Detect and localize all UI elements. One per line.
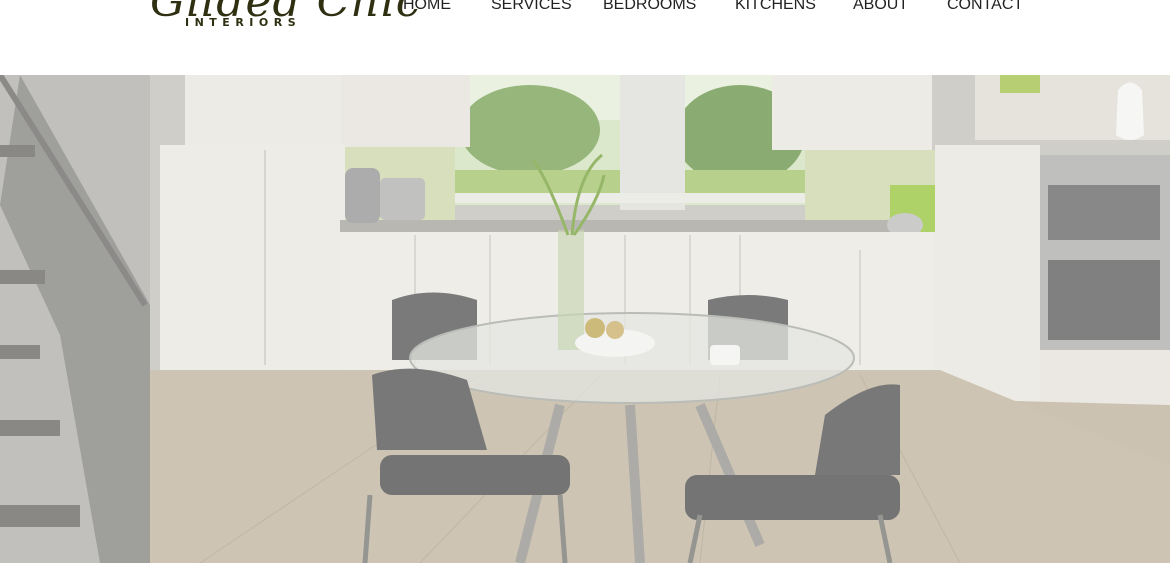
hero-kitchen-image [0,75,1170,563]
nav-home-link[interactable]: HOME [403,0,451,14]
site-header: Gilded Chic INTERIORS HOME SERVICES BEDR… [0,0,1170,75]
kitchen-scene-illustration [0,75,1170,563]
nav-bedrooms-link[interactable]: BEDROOMS [603,0,696,14]
brand-logo[interactable]: Gilded Chic INTERIORS [150,0,420,36]
nav-about-link[interactable]: ABOUT [853,0,908,14]
brand-subtitle: INTERIORS [185,16,302,29]
nav-contact-link[interactable]: CONTACT [947,0,1023,14]
nav-services-link[interactable]: SERVICES [491,0,572,14]
nav-kitchens-link[interactable]: KITCHENS [735,0,816,14]
